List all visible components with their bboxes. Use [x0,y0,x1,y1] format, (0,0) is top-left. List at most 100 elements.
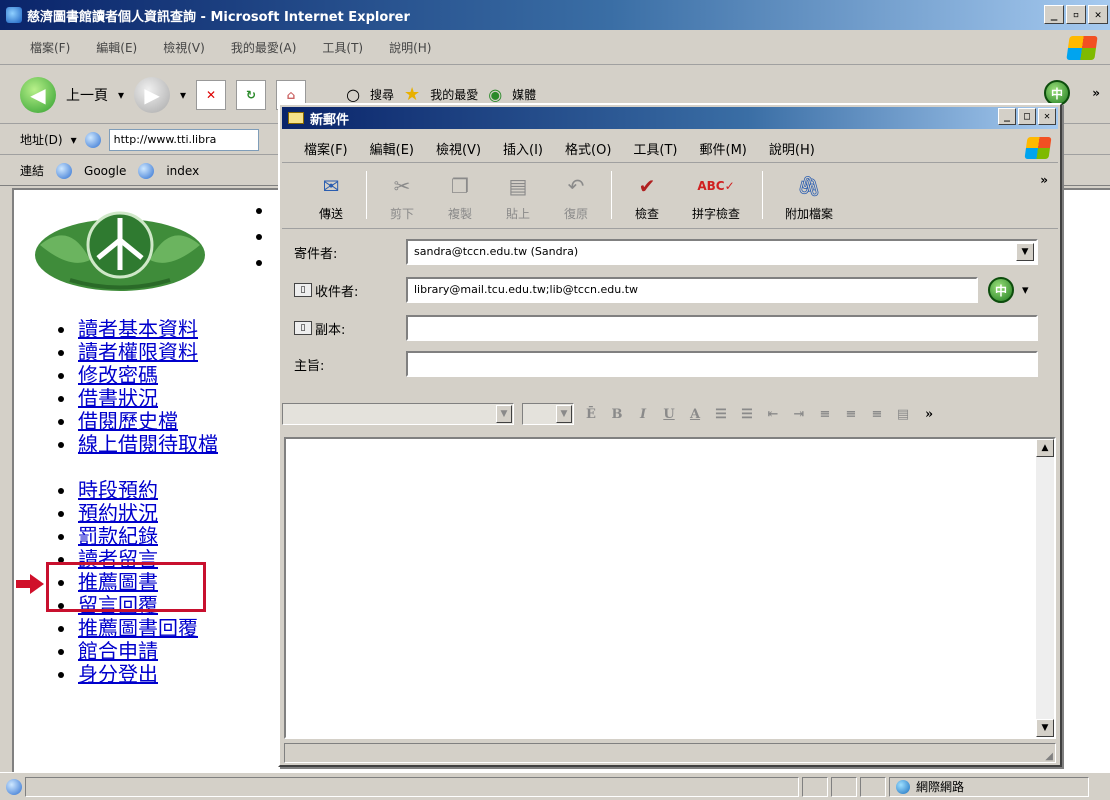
paragraph-style-icon[interactable]: Ē [582,407,600,422]
mail-close-button[interactable]: ✕ [1038,108,1056,125]
attach-button[interactable]: 🖇 附加檔案 [769,171,849,222]
menu-view[interactable]: 檢視(V) [163,39,205,56]
internet-globe-icon [896,779,910,794]
back-dropdown-icon[interactable]: ▾ [118,88,124,102]
decrease-indent-icon[interactable]: ⇤ [764,407,782,422]
align-right-icon[interactable]: ≡ [868,407,886,422]
mail-menu-help[interactable]: 說明(H) [769,139,815,158]
mail-menu-edit[interactable]: 編輯(E) [370,139,414,158]
chevron-down-icon[interactable]: ▾ [1022,283,1029,298]
send-button[interactable]: ✉ 傳送 [302,171,360,222]
menu-tools[interactable]: 工具(T) [322,39,363,56]
media-icon[interactable]: ◉ [488,85,502,104]
copy-button[interactable]: ❐ 複製 [431,171,489,222]
nav-link-loan-status[interactable]: 借書狀況 [78,386,158,410]
bold-icon[interactable]: B [608,407,626,422]
resize-grip-icon[interactable]: ◢ [1045,751,1053,762]
menu-edit[interactable]: 編輯(E) [96,39,137,56]
favorites-button[interactable]: 我的最愛 [430,86,478,103]
check-names-button[interactable]: ✔ 檢查 [618,171,676,222]
format-chevron-icon[interactable]: » [920,407,938,422]
toolbar-chevron-icon[interactable]: » [1040,173,1048,187]
paste-button[interactable]: ▤ 貼上 [489,171,547,222]
nav-link-reader-info[interactable]: 讀者基本資料 [78,317,198,341]
subject-field[interactable] [406,351,1038,377]
nav-link-reservation-status[interactable]: 預約狀況 [78,501,158,525]
align-center-icon[interactable]: ≡ [842,407,860,422]
increase-indent-icon[interactable]: ⇥ [790,407,808,422]
nav-link-fines[interactable]: 罰款紀錄 [78,524,158,548]
green-badge-icon[interactable]: 中 [988,277,1014,303]
maximize-button[interactable]: ▫ [1066,5,1086,24]
check-names-icon: ✔ [638,174,656,198]
chevron-down-icon[interactable]: ▼ [496,405,512,423]
forward-arrow-icon[interactable]: ▶ [134,76,171,113]
minimize-button[interactable]: _ [1044,5,1064,24]
menu-help[interactable]: 說明(H) [389,39,431,56]
forward-dropdown-icon[interactable]: ▾ [180,88,186,102]
nav-item: 推薦圖書回覆 [58,617,278,640]
font-select[interactable]: ▼ [282,403,514,425]
search-button[interactable]: 搜尋 [370,86,394,103]
bullet-list-icon[interactable]: ☰ [738,407,756,422]
mail-menu-message[interactable]: 郵件(M) [700,139,747,158]
message-body[interactable]: ▲ ▼ [284,437,1056,739]
mail-menu-tools[interactable]: 工具(T) [633,139,677,158]
highlight-box [46,562,206,612]
cc-field[interactable] [406,315,1038,341]
vertical-scrollbar[interactable]: ▲ ▼ [1036,439,1054,737]
scroll-down-icon[interactable]: ▼ [1036,719,1054,737]
scroll-up-icon[interactable]: ▲ [1036,439,1054,457]
mail-menu-insert[interactable]: 插入(I) [503,139,543,158]
media-button[interactable]: 媒體 [512,86,536,103]
nav-link-loan-history[interactable]: 借閱歷史檔 [78,409,178,433]
toolbar-chevron-icon[interactable]: » [1092,86,1100,100]
mail-maximize-button[interactable]: □ [1018,108,1036,125]
menu-favorites[interactable]: 我的最愛(A) [231,39,297,56]
favorites-star-icon[interactable]: ★ [404,84,420,105]
to-field[interactable]: library@mail.tcu.edu.tw;lib@tccn.edu.tw [406,277,978,303]
nav-link-change-password[interactable]: 修改密碼 [78,363,158,387]
nav-link-reader-permissions[interactable]: 讀者權限資料 [78,340,198,364]
cut-button[interactable]: ✂ 剪下 [373,171,431,222]
link-google[interactable]: Google [84,164,126,178]
nav-link-logout[interactable]: 身分登出 [78,662,158,686]
from-select[interactable]: sandra@tccn.edu.tw (Sandra) ▼ [406,239,1038,265]
cc-label-button[interactable]: ▯ 副本: [294,319,406,338]
stop-icon[interactable]: ✕ [196,79,227,110]
close-button[interactable]: ✕ [1088,5,1108,24]
underline-icon[interactable]: U [660,407,678,422]
zone-label: 網際網路 [916,780,965,794]
chevron-down-icon[interactable]: ▼ [556,405,572,423]
nav-link-ill-request[interactable]: 館合申請 [78,639,158,663]
menu-file[interactable]: 檔案(F) [30,39,70,56]
mail-toolbar: ✉ 傳送 ✂ 剪下 ❐ 複製 ▤ 貼上 ↶ 復原 ✔ 檢查 ABC✓ 拼字檢查 [282,167,1058,229]
mail-minimize-button[interactable]: _ [998,108,1016,125]
refresh-icon[interactable]: ↻ [236,79,267,110]
address-dropdown-icon[interactable]: ▾ [71,133,77,147]
mail-menu-file[interactable]: 檔案(F) [304,139,348,158]
back-arrow-icon[interactable]: ◀ [20,76,56,113]
font-color-icon[interactable]: A [686,407,704,422]
search-icon[interactable]: ○ [346,85,360,104]
mail-menu-view[interactable]: 檢視(V) [436,139,481,158]
address-input[interactable]: http://www.tti.libra [108,128,259,151]
align-left-icon[interactable]: ≡ [816,407,834,422]
to-label-button[interactable]: ▯ 收件者: [294,281,406,300]
spelling-icon: ABC✓ [697,179,735,193]
nav-link-recommend-reply[interactable]: 推薦圖書回覆 [78,616,198,640]
link-index[interactable]: index [166,164,199,178]
justify-icon[interactable]: ▤ [894,407,912,422]
back-button-label[interactable]: 上一頁 [66,85,108,105]
nav-link-online-pickup[interactable]: 線上借閱待取檔 [78,432,218,456]
nav-link-time-reservation[interactable]: 時段預約 [78,478,158,502]
font-size-select[interactable]: ▼ [522,403,574,425]
mail-menu-format[interactable]: 格式(O) [565,139,611,158]
italic-icon[interactable]: I [634,407,652,422]
nav-item: 線上借閱待取檔 [58,433,218,479]
undo-button[interactable]: ↶ 復原 [547,171,605,222]
spelling-button[interactable]: ABC✓ 拼字檢查 [676,171,756,222]
numbered-list-icon[interactable]: ☰ [712,407,730,422]
new-mail-icon [288,112,304,124]
chevron-down-icon[interactable]: ▼ [1016,243,1034,261]
